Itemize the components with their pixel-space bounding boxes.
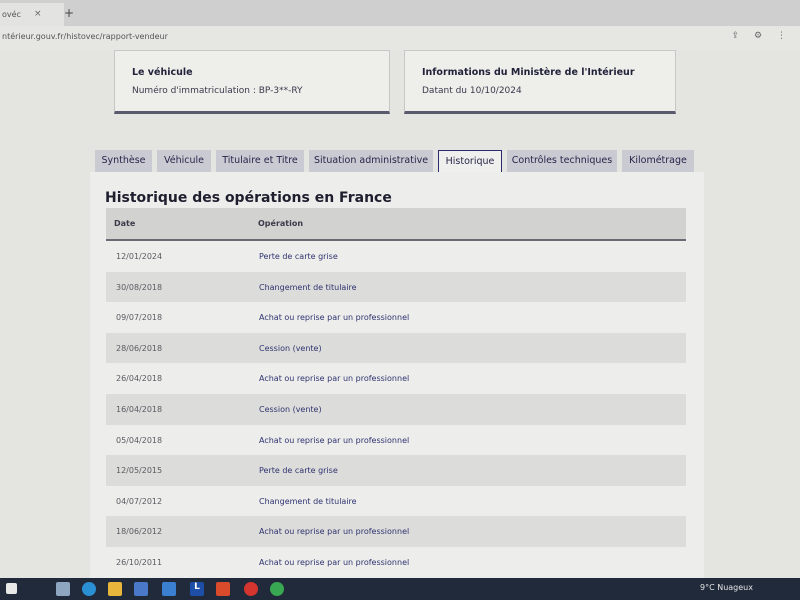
row-date: 05/04/2018 bbox=[116, 435, 163, 445]
table-row: 30/08/2018 Changement de titulaire bbox=[106, 271, 686, 303]
row-date: 26/04/2018 bbox=[116, 374, 163, 384]
column-header-date: Date bbox=[114, 219, 136, 228]
history-table: Date Opération 12/01/2024 Perte de carte … bbox=[106, 208, 686, 578]
taskbar: L 9°C Nuageux bbox=[0, 578, 800, 600]
row-operation: Achat ou reprise par un professionnel bbox=[259, 313, 410, 323]
address-bar-actions: ⇪ ⚙ ⋮ bbox=[732, 31, 792, 41]
windows-start-icon[interactable] bbox=[6, 583, 17, 594]
tab-controles-techniques[interactable]: Contrôles techniques bbox=[507, 150, 617, 172]
new-tab-icon[interactable]: + bbox=[64, 6, 74, 20]
table-row: 12/05/2015 Perte de carte grise bbox=[106, 455, 686, 486]
tab-vehicule[interactable]: Véhicule bbox=[157, 150, 211, 172]
opera-icon[interactable] bbox=[244, 582, 258, 596]
row-operation: Achat ou reprise par un professionnel bbox=[259, 557, 410, 567]
ministry-date: Datant du 10/10/2024 bbox=[422, 86, 522, 96]
file-explorer-icon[interactable] bbox=[108, 582, 122, 596]
app-l-icon[interactable]: L bbox=[190, 582, 204, 596]
row-date: 12/05/2015 bbox=[116, 466, 163, 476]
table-row: 04/07/2012 Changement de titulaire bbox=[106, 486, 686, 517]
tab-historique[interactable]: Historique bbox=[438, 150, 502, 173]
weather-widget[interactable]: 9°C Nuageux bbox=[700, 583, 753, 592]
row-date: 16/04/2018 bbox=[116, 404, 163, 414]
store-icon[interactable] bbox=[134, 582, 148, 596]
row-date: 18/06/2012 bbox=[116, 527, 163, 537]
office-icon[interactable] bbox=[216, 582, 230, 596]
tab-synthese[interactable]: Synthèse bbox=[95, 150, 152, 172]
more-icon[interactable]: ⋮ bbox=[777, 31, 792, 41]
row-operation: Perte de carte grise bbox=[259, 252, 338, 261]
table-row: 05/04/2018 Achat ou reprise par un profes… bbox=[106, 425, 686, 456]
browser-tab-title: ovéc bbox=[2, 10, 21, 19]
table-row: 12/01/2024 Perte de carte grise bbox=[106, 241, 686, 272]
browser-tab-bar: ovéc × + bbox=[0, 0, 800, 26]
edge-icon[interactable] bbox=[82, 582, 96, 596]
history-title: Historique des opérations en France bbox=[105, 190, 392, 206]
row-date: 12/01/2024 bbox=[116, 252, 163, 261]
row-operation: Cession (vente) bbox=[259, 343, 322, 353]
table-row: 09/07/2018 Achat ou reprise par un profes… bbox=[106, 302, 686, 333]
share-icon[interactable]: ⇪ bbox=[732, 31, 746, 41]
row-operation: Achat ou reprise par un professionnel bbox=[259, 527, 410, 537]
row-operation: Cession (vente) bbox=[259, 404, 322, 414]
vehicle-card-title: Le véhicule bbox=[132, 67, 193, 78]
table-row: 16/04/2018 Cession (vente) bbox=[106, 393, 686, 425]
table-body: 12/01/2024 Perte de carte grise 30/08/201… bbox=[106, 241, 686, 578]
task-view-icon[interactable] bbox=[56, 582, 70, 596]
row-operation: Changement de titulaire bbox=[259, 282, 357, 292]
settings-icon[interactable]: ⚙ bbox=[754, 31, 768, 41]
table-row: 18/06/2012 Achat ou reprise par un profes… bbox=[106, 516, 686, 547]
row-date: 28/06/2018 bbox=[116, 343, 163, 353]
column-header-operation: Opération bbox=[258, 219, 304, 228]
tab-titulaire[interactable]: Titulaire et Titre bbox=[216, 150, 304, 172]
table-row: 26/04/2018 Achat ou reprise par un profes… bbox=[106, 363, 686, 394]
table-row: 28/06/2018 Cession (vente) bbox=[106, 332, 686, 364]
page-content: Le véhicule Numéro d'immatriculation : B… bbox=[0, 50, 800, 582]
ministry-card-title: Informations du Ministère de l'Intérieur bbox=[422, 67, 635, 78]
row-date: 04/07/2012 bbox=[116, 496, 163, 506]
url-field[interactable]: ntérieur.gouv.fr/histovec/rapport-vendeu… bbox=[2, 32, 168, 41]
vehicle-card: Le véhicule Numéro d'immatriculation : B… bbox=[114, 50, 390, 114]
row-operation: Achat ou reprise par un professionnel bbox=[259, 374, 410, 384]
table-header: Date Opération bbox=[106, 208, 686, 241]
table-row: 26/10/2011 Achat ou reprise par un profes… bbox=[106, 547, 686, 578]
row-operation: Perte de carte grise bbox=[259, 466, 338, 476]
history-panel: Historique des opérations en France Date… bbox=[90, 172, 704, 582]
row-operation: Achat ou reprise par un professionnel bbox=[259, 435, 410, 445]
registration-number: Numéro d'immatriculation : BP-3**-RY bbox=[132, 86, 303, 96]
close-icon[interactable]: × bbox=[34, 9, 42, 19]
mail-icon[interactable] bbox=[162, 582, 176, 596]
chrome-icon[interactable] bbox=[270, 582, 284, 596]
row-date: 30/08/2018 bbox=[116, 282, 163, 292]
tab-kilometrage[interactable]: Kilométrage bbox=[622, 150, 694, 172]
address-bar: ntérieur.gouv.fr/histovec/rapport-vendeu… bbox=[0, 26, 800, 50]
browser-tab[interactable]: ovéc × bbox=[0, 3, 64, 26]
ministry-card: Informations du Ministère de l'Intérieur… bbox=[404, 50, 676, 114]
tab-situation-administrative[interactable]: Situation administrative bbox=[309, 150, 433, 172]
row-date: 09/07/2018 bbox=[116, 313, 163, 323]
row-operation: Changement de titulaire bbox=[259, 496, 357, 506]
row-date: 26/10/2011 bbox=[116, 557, 163, 567]
